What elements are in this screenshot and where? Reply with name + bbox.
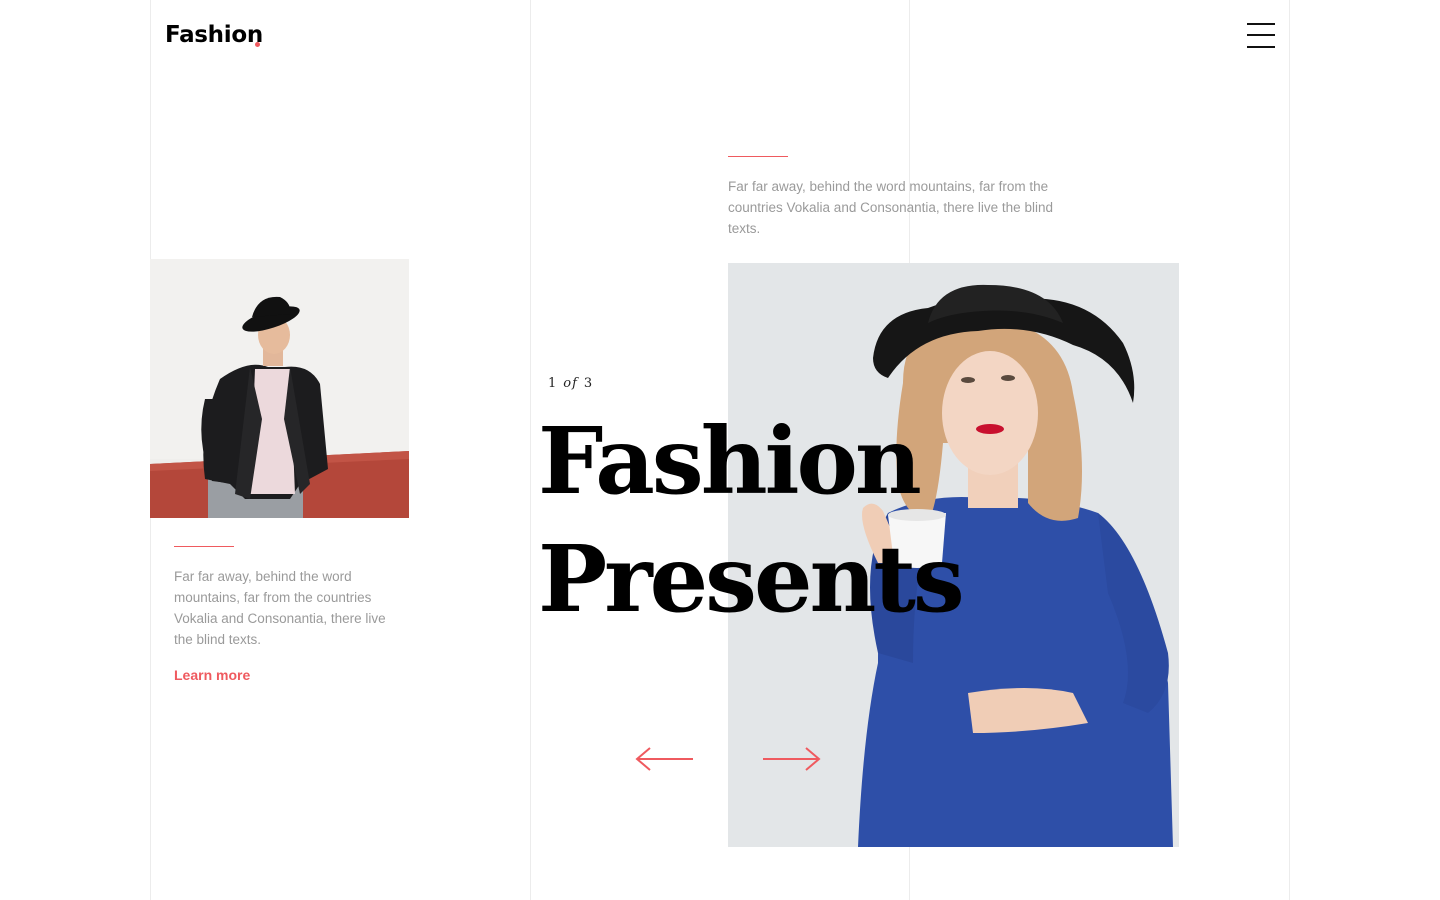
menu-bar	[1247, 23, 1275, 25]
hero-title: Fashion Presents	[538, 402, 965, 638]
hero-title-line2: Presents	[538, 525, 965, 633]
accent-divider	[728, 156, 788, 157]
slide-total: 3	[583, 376, 594, 391]
slide-counter: 1 of 3	[548, 376, 593, 391]
man-fashion-photo	[150, 259, 409, 518]
slide-current: 1	[548, 376, 558, 391]
menu-bar	[1247, 34, 1275, 36]
arrow-right-icon[interactable]	[760, 744, 822, 774]
slide-of: of	[563, 376, 578, 391]
menu-bar	[1247, 46, 1275, 48]
site-logo[interactable]: Fashion	[165, 22, 263, 48]
hamburger-menu-icon[interactable]	[1247, 23, 1275, 49]
hero-title-line1: Fashion	[538, 407, 922, 515]
accent-divider	[174, 546, 234, 547]
grid-line	[1289, 0, 1290, 900]
side-card-text: Far far away, behind the word mountains,…	[174, 569, 386, 647]
page: Fashion Far far away, behind the word mo…	[0, 0, 1440, 900]
man-photo-illustration	[150, 259, 409, 518]
arrow-left-icon[interactable]	[634, 744, 696, 774]
logo-dot-icon	[255, 42, 260, 47]
grid-line	[530, 0, 531, 900]
intro-text: Far far away, behind the word mountains,…	[728, 179, 1053, 236]
learn-more-link[interactable]: Learn more	[174, 667, 250, 683]
